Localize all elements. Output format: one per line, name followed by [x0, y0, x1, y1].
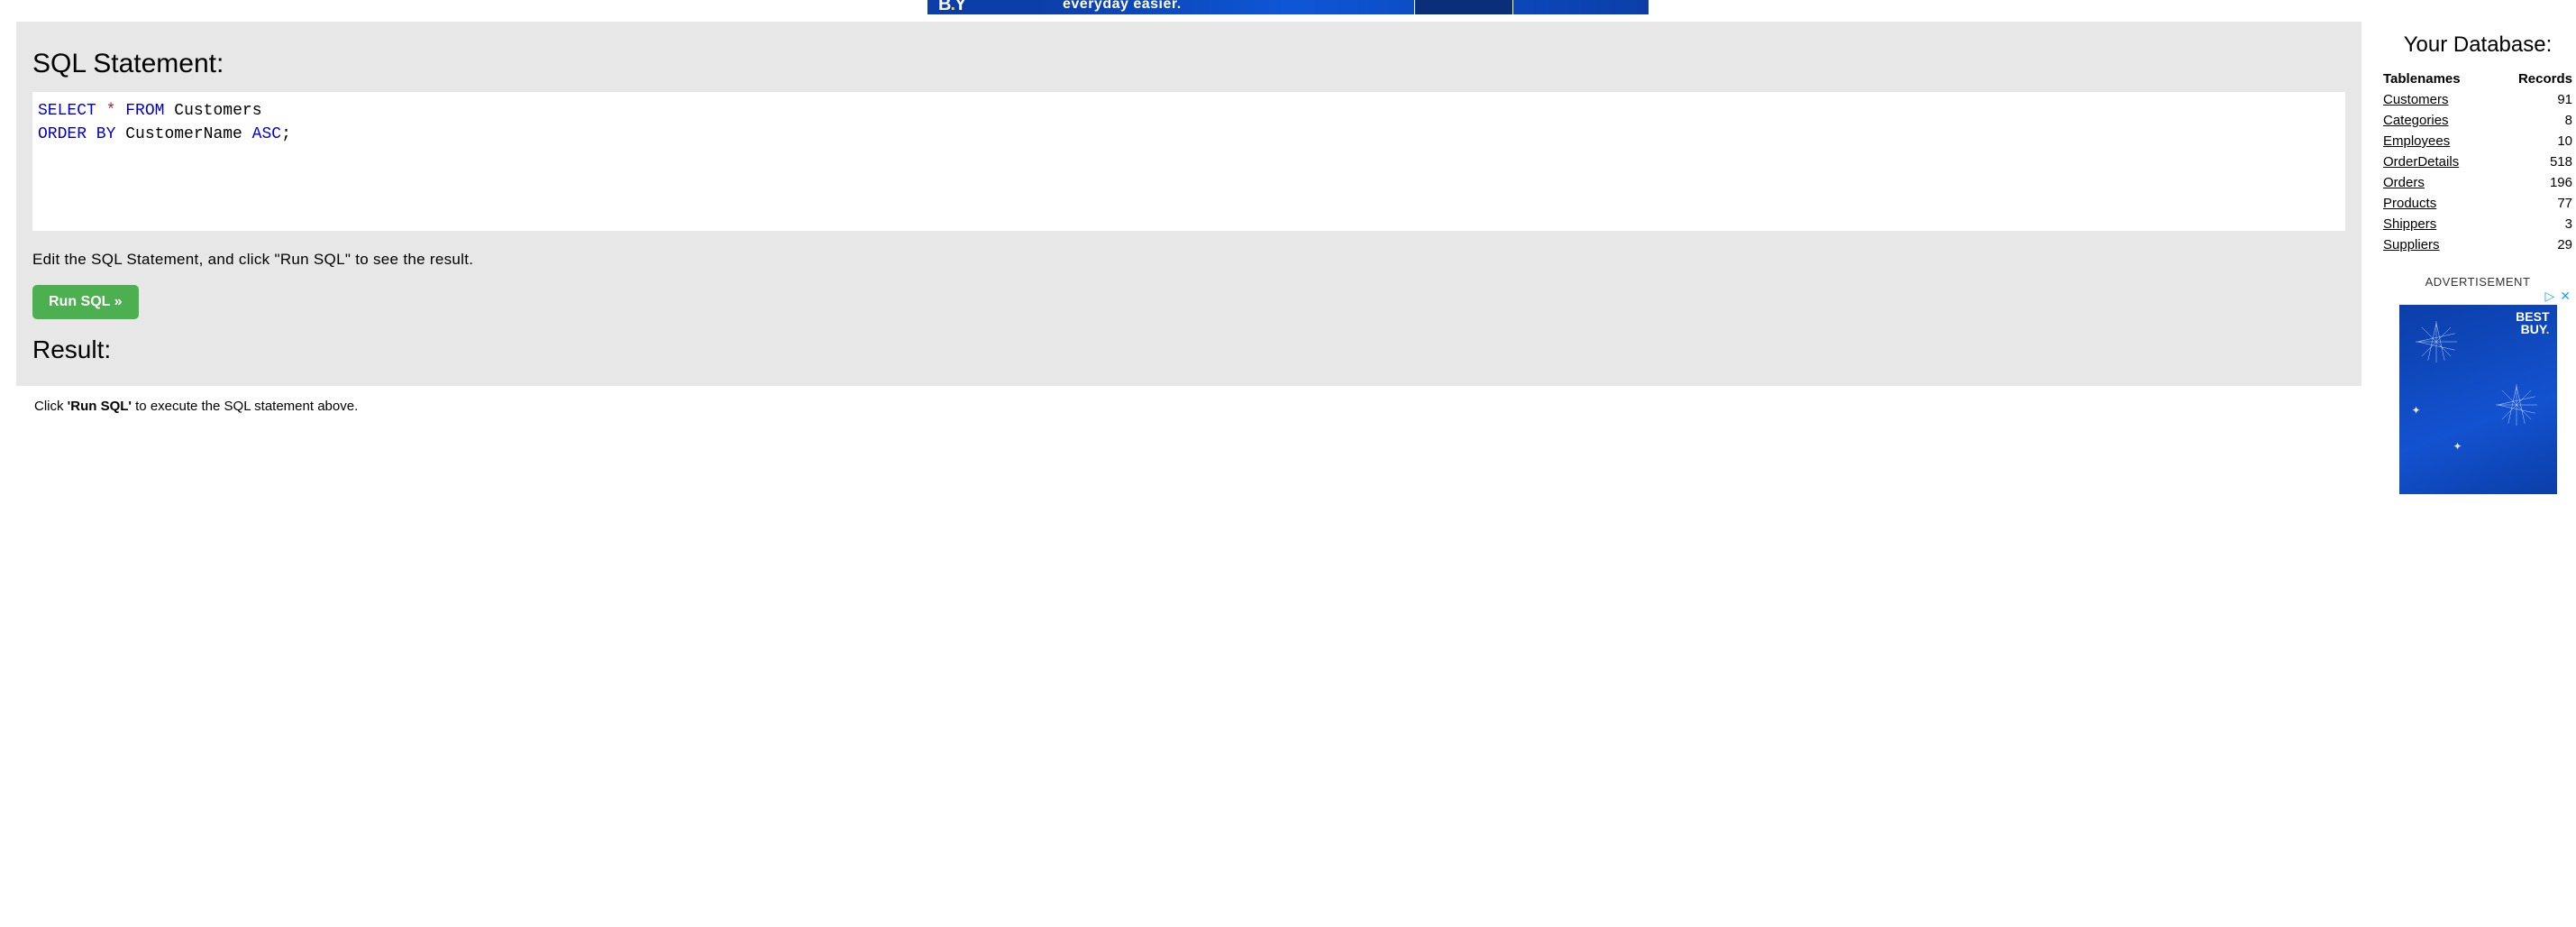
sql-editor[interactable]: SELECT * FROM Customers ORDER BY Custome… [32, 92, 2345, 231]
token-star: * [106, 102, 116, 120]
editor-hint: Edit the SQL Statement, and click "Run S… [32, 251, 2345, 269]
token-column: CustomerName [125, 125, 242, 143]
sql-statement-heading: SQL Statement: [32, 49, 2345, 79]
kw-select: SELECT [38, 102, 96, 120]
ad-slogan: everyday easier. [1063, 0, 1182, 13]
table-row: Suppliers 29 [2383, 234, 2572, 255]
table-link-employees[interactable]: Employees [2383, 133, 2450, 149]
result-text-pre: Click [34, 399, 68, 414]
ad-product-thumb [1414, 0, 1513, 14]
table-link-shippers[interactable]: Shippers [2383, 216, 2436, 232]
table-link-products[interactable]: Products [2383, 196, 2436, 211]
table-record-count: 8 [2494, 110, 2572, 131]
table-record-count: 196 [2494, 172, 2572, 193]
table-record-count: 10 [2494, 131, 2572, 151]
sparkle-icon [2416, 321, 2457, 363]
col-records: Records [2494, 69, 2572, 89]
table-link-categories[interactable]: Categories [2383, 113, 2449, 128]
table-row: Employees 10 [2383, 131, 2572, 151]
sparkle-icon: ✦ [2412, 404, 2421, 417]
result-text-post: to execute the SQL statement above. [132, 399, 358, 414]
database-tables: Tablenames Records Customers91Categories… [2383, 69, 2572, 255]
table-link-suppliers[interactable]: Suppliers [2383, 237, 2440, 252]
result-heading: Result: [32, 335, 2345, 364]
table-row: Customers 91 [2383, 89, 2572, 110]
kw-asc: ASC [252, 125, 281, 143]
side-ad-brand: BESTBUY. [2516, 310, 2549, 335]
advertisement-label: ADVERTISEMENT [2383, 275, 2572, 289]
table-link-orders[interactable]: Orders [2383, 175, 2425, 190]
kw-from: FROM [125, 102, 164, 120]
result-text-bold: 'Run SQL' [68, 399, 132, 414]
table-record-count: 77 [2494, 193, 2572, 214]
close-ad-icon[interactable]: ✕ [2560, 289, 2571, 303]
sql-panel: SQL Statement: SELECT * FROM Customers O… [16, 22, 2361, 386]
table-record-count: 518 [2494, 151, 2572, 172]
table-row: Categories 8 [2383, 110, 2572, 131]
table-row: Products 77 [2383, 193, 2572, 214]
table-record-count: 29 [2494, 234, 2572, 255]
kw-orderby: ORDER BY [38, 125, 115, 143]
table-row: OrderDetails 518 [2383, 151, 2572, 172]
table-link-orderdetails[interactable]: OrderDetails [2383, 154, 2459, 170]
database-heading: Your Database: [2383, 32, 2572, 58]
sparkle-icon: ✦ [2453, 440, 2462, 453]
ad-brand-logo: B.Y [938, 0, 965, 14]
table-row: Shippers 3 [2383, 214, 2572, 234]
table-link-customers[interactable]: Customers [2383, 92, 2449, 107]
table-record-count: 3 [2494, 214, 2572, 234]
side-ad-banner[interactable]: BESTBUY. [2399, 305, 2557, 494]
top-ad-banner[interactable]: B.Y everyday easier. [0, 0, 2576, 18]
adchoices-icon[interactable]: ▷ [2544, 289, 2554, 303]
col-tablenames: Tablenames [2383, 69, 2494, 89]
token-table: Customers [174, 102, 261, 120]
sparkle-icon [2496, 384, 2537, 426]
table-record-count: 91 [2494, 89, 2572, 110]
run-sql-button[interactable]: Run SQL » [32, 285, 139, 319]
result-box: Click 'Run SQL' to execute the SQL state… [16, 386, 2361, 494]
table-row: Orders 196 [2383, 172, 2572, 193]
token-semicolon: ; [281, 125, 291, 143]
